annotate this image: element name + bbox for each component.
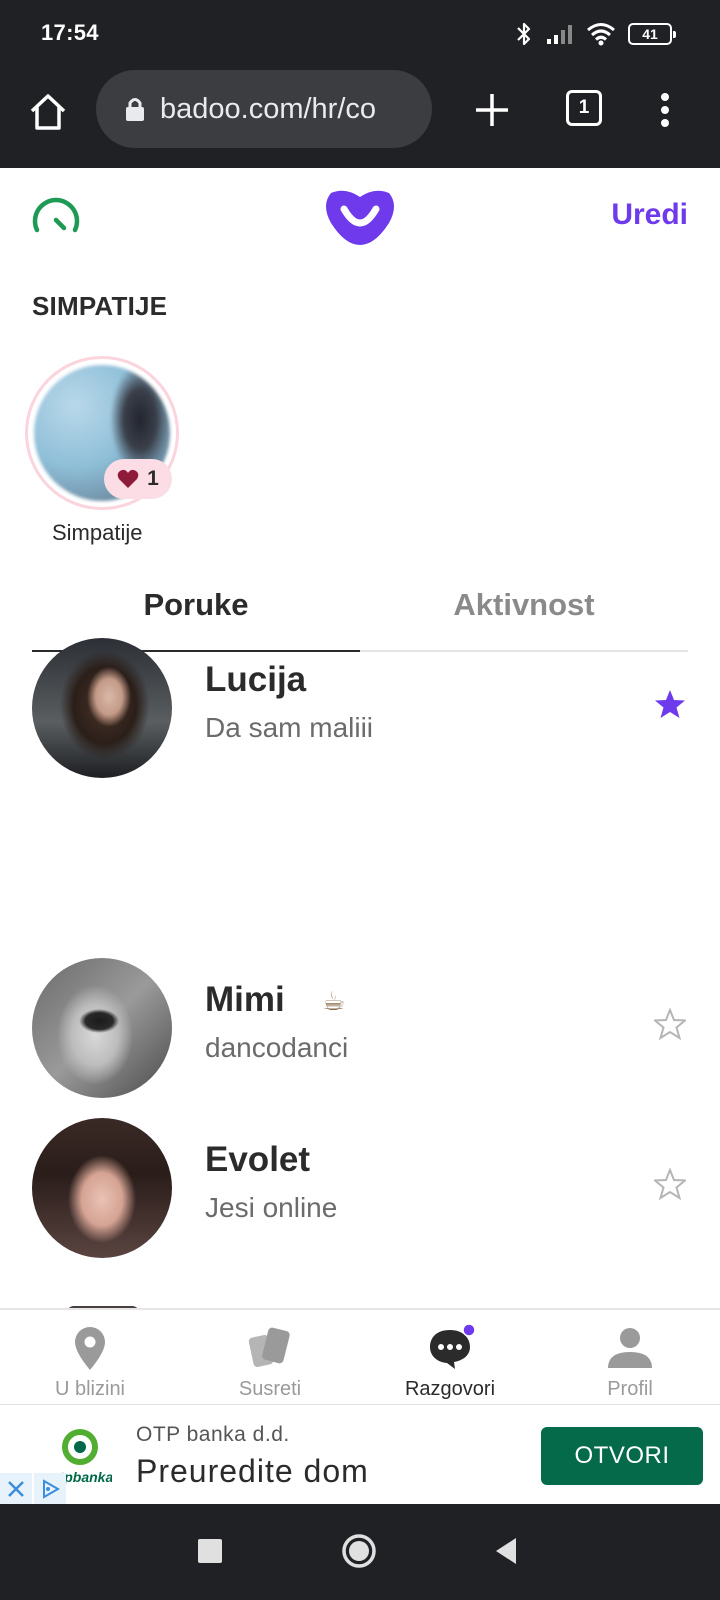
conversation-row[interactable]: Evolet Jesi online [0,1118,720,1258]
chat-bubble-icon [430,1324,475,1369]
avatar[interactable] [32,958,172,1098]
conversation-last-message: Da sam maliii [205,712,374,743]
likes-count-badge: 1 [104,459,172,499]
coffee-emoji-icon: ☕ [322,986,346,1016]
conversation-last-message: dancodanci [205,1032,349,1063]
conversation-row[interactable]: Lucija Da sam maliii [0,638,720,778]
person-icon [608,1328,652,1368]
star-outline-icon[interactable] [654,1008,686,1040]
status-time: 17:54 [41,20,99,45]
star-outline-icon[interactable] [654,1168,686,1200]
lock-icon [126,98,144,121]
ad-headline: Preuredite dom [136,1453,369,1489]
likes-section-title: SIMPATIJE [32,291,168,321]
conversation-row[interactable]: Mimi ☕ dancodanci [0,958,720,1098]
signal-icon [547,25,572,44]
location-pin-icon [75,1327,105,1370]
url-bar[interactable]: badoo.com/hr/co [96,70,432,148]
app-header: Uredi [0,168,720,268]
nav-label: Susreti [238,1378,302,1400]
nav-item-u-blizini[interactable]: U blizini [0,1310,180,1404]
cards-icon [248,1327,290,1368]
avatar[interactable] [32,1118,172,1258]
system-navigation-bar [0,1504,720,1600]
conversation-name: Lucija [205,660,307,699]
new-tab-icon[interactable] [470,88,514,132]
url-text: badoo.com/hr/co [160,92,377,125]
status-bar: 17:54 41 [0,0,720,68]
tab-switcher-button[interactable]: 1 [566,90,602,126]
status-icons: 41 [514,20,676,48]
nav-label: U blizini [54,1378,126,1400]
wifi-icon [587,23,615,46]
likes-avatar[interactable]: 1 [25,356,179,510]
system-back-icon[interactable] [492,1536,520,1566]
tab-count: 1 [578,97,590,118]
conversation-last-message: Jesi online [205,1192,338,1223]
battery-level: 41 [642,26,658,42]
conversation-name: Mimi [205,980,285,1019]
bottom-navigation: U blizini Susreti Razgovori Profil [0,1308,720,1404]
nav-label: Razgovori [404,1378,496,1400]
tab-poruke[interactable]: Poruke [32,560,360,652]
nav-item-profil[interactable]: Profil [540,1310,720,1404]
browser-toolbar: badoo.com/hr/co 1 [0,68,720,168]
more-menu-icon[interactable] [650,88,680,132]
recent-apps-icon[interactable] [198,1539,222,1563]
badoo-logo-icon[interactable] [323,187,397,247]
edit-button[interactable]: Uredi [611,198,688,232]
nav-label: Profil [607,1378,653,1400]
avatar[interactable] [32,638,172,778]
system-home-icon[interactable] [341,1533,377,1569]
ad-choices-icon[interactable] [34,1473,66,1505]
speedometer-icon[interactable] [31,194,81,238]
battery-indicator: 41 [628,23,676,45]
ad-open-button[interactable]: OTVORI [541,1427,703,1485]
bluetooth-icon [517,22,531,46]
ad-sponsor: OTP banka d.d. [136,1423,290,1446]
ad-close-icon[interactable] [0,1473,32,1505]
ad-banner[interactable]: otpbanka OTP banka d.d. Preuredite dom O… [0,1404,720,1505]
likes-count: 1 [147,467,159,490]
home-icon[interactable] [26,90,70,134]
conversation-name: Evolet [205,1140,311,1179]
likes-label[interactable]: Simpatije [52,520,142,546]
nav-item-razgovori[interactable]: Razgovori [360,1310,540,1404]
star-filled-icon[interactable] [654,688,686,720]
tab-aktivnost[interactable]: Aktivnost [360,560,688,650]
heart-icon [117,469,139,488]
nav-item-susreti[interactable]: Susreti [180,1310,360,1404]
